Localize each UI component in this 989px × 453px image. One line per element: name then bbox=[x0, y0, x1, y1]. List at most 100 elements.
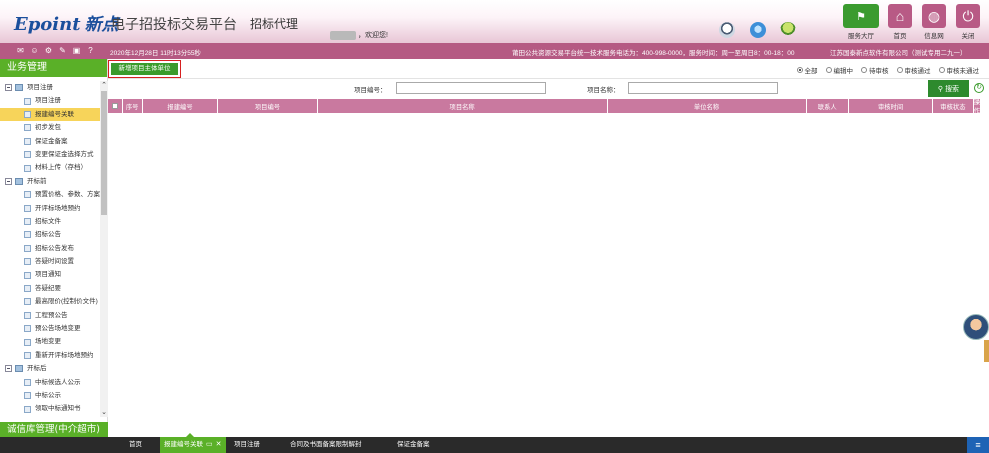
filter-option[interactable]: 全部 bbox=[796, 65, 818, 75]
help-icon[interactable]: ? bbox=[86, 46, 95, 55]
page-icon bbox=[24, 110, 31, 118]
floating-assistant-avatar[interactable] bbox=[963, 314, 989, 340]
task-tab[interactable]: 首页 bbox=[125, 437, 146, 453]
column-header[interactable]: 联系人 bbox=[807, 99, 850, 113]
menu-icon[interactable]: ≡ bbox=[967, 437, 989, 453]
service-hall-button[interactable]: ⚑ 服务大厅 bbox=[843, 4, 879, 40]
sidebar-group[interactable]: 开标后 bbox=[0, 362, 100, 375]
refresh-icon[interactable]: ↻ bbox=[974, 83, 984, 93]
platform-title: 电子招投标交易平台 bbox=[111, 17, 237, 33]
collapse-icon[interactable] bbox=[5, 84, 12, 92]
column-header[interactable]: 项目名称 bbox=[318, 99, 608, 113]
task-tab[interactable]: 项目注册 bbox=[230, 437, 264, 453]
column-header[interactable]: 报建编号 bbox=[143, 99, 219, 113]
page-icon bbox=[24, 137, 31, 145]
wrench-icon[interactable]: ✎ bbox=[58, 46, 67, 55]
project-name-input[interactable] bbox=[628, 82, 778, 94]
sidebar-item[interactable]: 变更保证金选择方式 bbox=[0, 148, 100, 161]
sidebar-item[interactable]: 项目注册 bbox=[0, 94, 100, 107]
sidebar-item[interactable]: 答疑时间设置 bbox=[0, 255, 100, 268]
sidebar-item[interactable]: 报建编号关联 bbox=[0, 107, 100, 122]
sidebar-item[interactable]: 最高限价(控制价文件) bbox=[0, 295, 100, 308]
filter-option[interactable]: 待审核 bbox=[861, 65, 889, 75]
home-icon: ⌂ bbox=[888, 4, 912, 28]
radio-button[interactable] bbox=[896, 67, 903, 73]
scroll-down-icon[interactable]: ⌄ bbox=[100, 408, 108, 417]
task-tab[interactable]: 报建编号关联 ▭ ✕ bbox=[160, 437, 226, 453]
task-tab[interactable]: 保证金备案 bbox=[393, 437, 434, 453]
home-button[interactable]: ⌂ 首页 bbox=[888, 4, 912, 40]
chat-icon[interactable] bbox=[750, 22, 766, 38]
floating-handle[interactable] bbox=[984, 340, 989, 362]
close-tab-icon[interactable]: ✕ bbox=[216, 437, 222, 453]
grid-body bbox=[108, 113, 989, 437]
collapse-icon[interactable] bbox=[5, 177, 12, 185]
app-header: Epoint 新点 电子招投标交易平台 招标代理 ，欢迎您! ⚑ 服务大厅 ⌂ … bbox=[0, 0, 989, 43]
radio-button[interactable] bbox=[861, 67, 867, 73]
sidebar-item-label: 最高限价(控制价文件) bbox=[35, 298, 98, 306]
sidebar-item[interactable]: 中标候选人公示 bbox=[0, 376, 100, 389]
sidebar-item[interactable]: 招标公告 bbox=[0, 228, 100, 241]
radio-button[interactable] bbox=[825, 67, 832, 73]
sidebar-item[interactable]: 答疑纪要 bbox=[0, 282, 100, 295]
sidebar-item[interactable]: 重新开评标场地预约 bbox=[0, 349, 100, 362]
radio-button[interactable] bbox=[938, 67, 945, 73]
message-icon[interactable]: ✉ bbox=[16, 46, 25, 55]
column-header[interactable]: 操作 bbox=[974, 99, 981, 115]
scroll-up-icon[interactable]: ⌃ bbox=[100, 81, 108, 90]
sidebar-group[interactable]: 开标前 bbox=[0, 175, 100, 188]
tree-icon[interactable] bbox=[780, 22, 796, 38]
sidebar-item[interactable]: 预公告场地变更 bbox=[0, 322, 100, 335]
filter-option[interactable]: 编辑中 bbox=[825, 65, 853, 75]
page-icon bbox=[24, 204, 31, 212]
filter-option[interactable]: 审核未通过 bbox=[938, 65, 979, 75]
folder-icon bbox=[15, 177, 23, 185]
scroll-thumb[interactable] bbox=[101, 91, 107, 215]
sidebar-footer[interactable]: 诚信库管理(中介超市) bbox=[0, 422, 108, 437]
sidebar-item[interactable]: 招标文件 bbox=[0, 215, 100, 228]
info-net-button[interactable]: ◍ 信息网 bbox=[922, 4, 946, 40]
sidebar-item[interactable]: 工程预公告 bbox=[0, 309, 100, 322]
sidebar-group[interactable]: 项目注册 bbox=[0, 81, 100, 94]
column-header[interactable]: 审核时间 bbox=[849, 99, 934, 113]
sidebar-item[interactable]: 保证金备案 bbox=[0, 135, 100, 148]
page-icon bbox=[24, 164, 31, 172]
column-header[interactable]: 项目编号 bbox=[218, 99, 318, 113]
task-tab[interactable]: 合同及书面备案限制解封 bbox=[286, 437, 366, 453]
project-code-input[interactable] bbox=[396, 82, 546, 94]
collapse-icon[interactable] bbox=[5, 365, 12, 373]
sidebar-title[interactable]: 业务管理 bbox=[0, 59, 107, 77]
sidebar-item[interactable]: 开评标场地预约 bbox=[0, 202, 100, 215]
service-hall-icon: ⚑ bbox=[843, 4, 879, 28]
page-icon bbox=[24, 97, 31, 105]
gift-icon[interactable]: ▣ bbox=[72, 46, 81, 55]
sidebar-item-label: 中标候选人公示 bbox=[35, 378, 81, 386]
sidebar-scrollbar[interactable]: ⌃ ⌄ bbox=[100, 81, 108, 417]
sidebar-item[interactable]: 材料上传（存档） bbox=[0, 161, 100, 174]
add-project-entity-button[interactable]: 新增项目主体单位 bbox=[108, 60, 181, 78]
select-all-checkbox[interactable] bbox=[111, 103, 118, 109]
close-button[interactable]: ⏻ 关闭 bbox=[956, 4, 980, 40]
select-all-cell[interactable] bbox=[108, 99, 123, 113]
sidebar-item[interactable]: 初步发包 bbox=[0, 121, 100, 134]
filter-option[interactable]: 审核通过 bbox=[896, 65, 931, 75]
task-bar: ≡ 首页 报建编号关联 ▭ ✕ 项目注册 合同及书面备案限制解封 保证金备案 bbox=[0, 437, 989, 453]
sidebar-item-label: 重新开评标场地预约 bbox=[35, 351, 94, 359]
sidebar-item[interactable]: 领取中标通知书 bbox=[0, 402, 100, 415]
sidebar-item[interactable]: 中标公示 bbox=[0, 389, 100, 402]
sidebar-item[interactable]: 招标公告发布 bbox=[0, 242, 100, 255]
sidebar-item[interactable]: 项目通知 bbox=[0, 268, 100, 281]
sidebar-item-label: 保证金备案 bbox=[35, 137, 68, 145]
column-header[interactable]: 审核状态 bbox=[933, 99, 974, 113]
search-button[interactable]: ⚲ 搜索 bbox=[928, 80, 969, 97]
sidebar-item[interactable]: 场地变更 bbox=[0, 335, 100, 348]
gear-icon[interactable]: ⚙ bbox=[44, 46, 53, 55]
column-header[interactable]: 单位名称 bbox=[608, 99, 807, 113]
page-icon bbox=[24, 378, 31, 386]
radio-button[interactable] bbox=[796, 67, 803, 73]
robot-assistant-icon[interactable] bbox=[719, 22, 735, 38]
sidebar-item[interactable]: 预置价格、参数、方案 bbox=[0, 188, 100, 201]
column-header[interactable]: 序号 bbox=[123, 99, 143, 113]
restore-icon[interactable]: ▭ bbox=[206, 437, 213, 453]
users-icon[interactable]: ☺ bbox=[30, 46, 39, 55]
